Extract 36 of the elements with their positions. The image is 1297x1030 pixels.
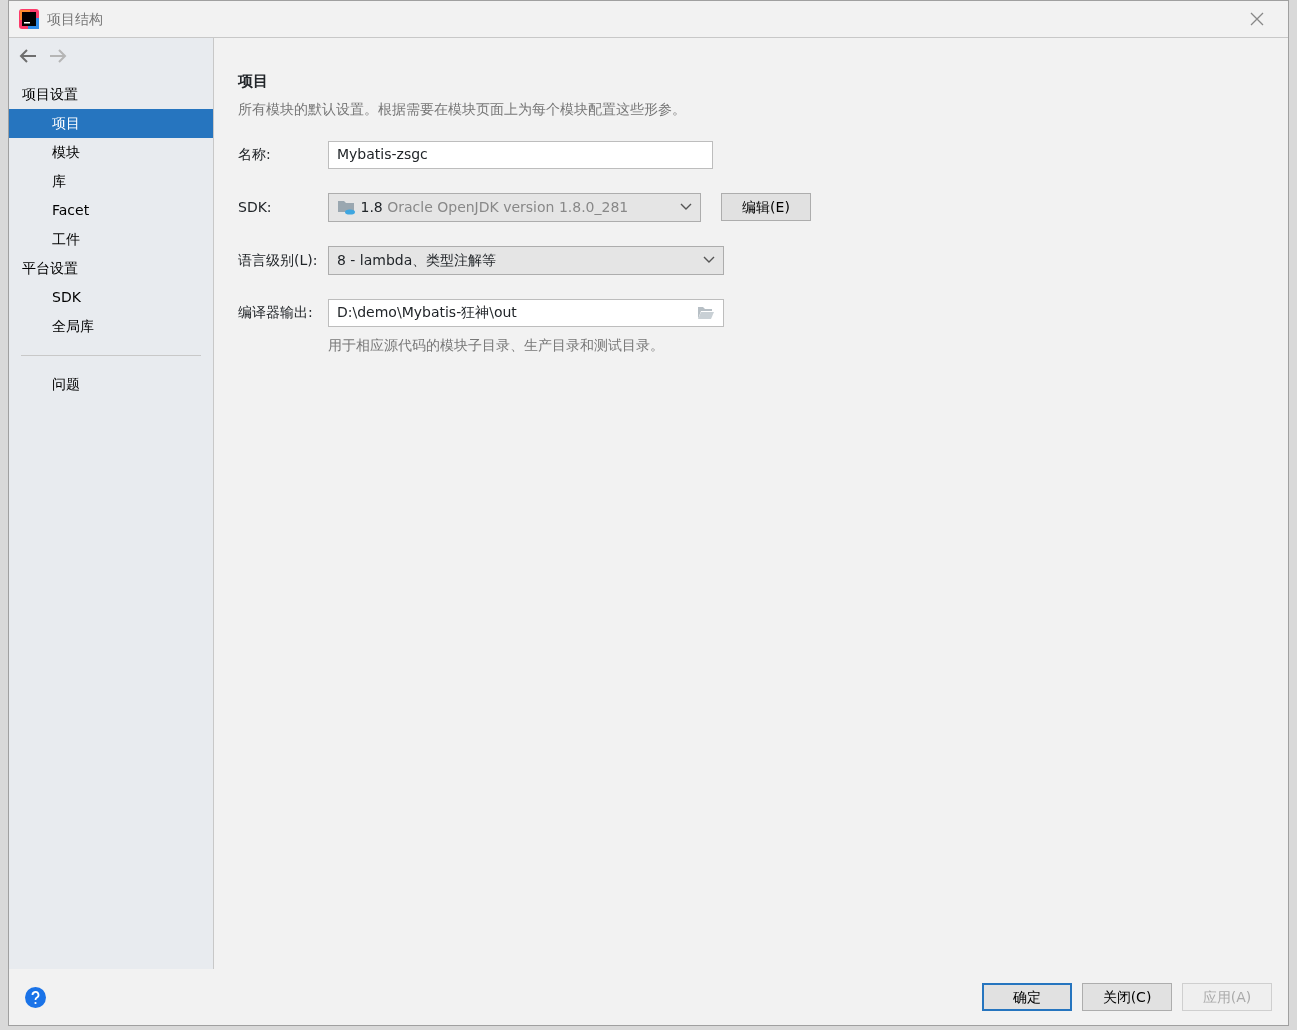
sidebar-item[interactable]: SDK <box>9 283 213 312</box>
sidebar-item[interactable]: 模块 <box>9 138 213 167</box>
dropdown-value: 8 - lambda、类型注解等 <box>337 250 497 270</box>
back-arrow-icon[interactable] <box>19 49 37 63</box>
field-value: D:\demo\Mybatis-狂神\out <box>337 303 517 323</box>
sidebar-item[interactable]: 工件 <box>9 225 213 254</box>
section-title: 项目 <box>238 71 269 92</box>
field-hint: 用于相应源代码的模块子目录、生产目录和测试目录。 <box>328 335 665 355</box>
name-field[interactable]: Mybatis-zsgc <box>328 140 713 169</box>
help-icon[interactable] <box>25 986 46 1008</box>
sdk-dropdown[interactable]: 1.8 Oracle OpenJDK version 1.8.0_281 <box>328 192 701 222</box>
sidebar-item[interactable]: 问题 <box>9 370 213 399</box>
folder-icon[interactable] <box>697 305 715 320</box>
sidebar-item[interactable]: Facet <box>9 196 213 225</box>
window-title: 项目结构 <box>47 9 103 29</box>
sdk-value: 1.8 Oracle OpenJDK version 1.8.0_281 <box>360 197 629 217</box>
language-level-dropdown[interactable]: 8 - lambda、类型注解等 <box>328 245 724 275</box>
sidebar-item[interactable]: 库 <box>9 167 213 196</box>
dialog-button[interactable]: 关闭(C) <box>1082 983 1172 1011</box>
close-icon[interactable] <box>1250 12 1264 26</box>
sidebar-group-header: 项目设置 <box>21 85 79 104</box>
sidebar-group-header: 平台设置 <box>21 259 79 278</box>
app-logo-icon <box>19 9 39 29</box>
chevron-down-icon <box>703 256 715 265</box>
sidebar-item[interactable]: 全局库 <box>9 312 213 341</box>
field-label: 语言级别(L): <box>238 250 319 270</box>
dialog-button[interactable]: 确定 <box>982 983 1072 1011</box>
field-label: SDK: <box>238 197 273 217</box>
field-label: 编译器输出: <box>238 303 314 323</box>
output-path-field[interactable]: D:\demo\Mybatis-狂神\out <box>328 298 724 327</box>
edit-button[interactable]: 编辑(E) <box>721 193 811 222</box>
section-description: 所有模块的默认设置。根据需要在模块页面上为每个模块配置这些形参。 <box>238 99 687 119</box>
folder-cup-icon <box>337 199 357 216</box>
field-label: 名称: <box>238 145 272 165</box>
chevron-down-icon <box>680 203 692 212</box>
sidebar-item[interactable]: 项目 <box>9 109 213 138</box>
